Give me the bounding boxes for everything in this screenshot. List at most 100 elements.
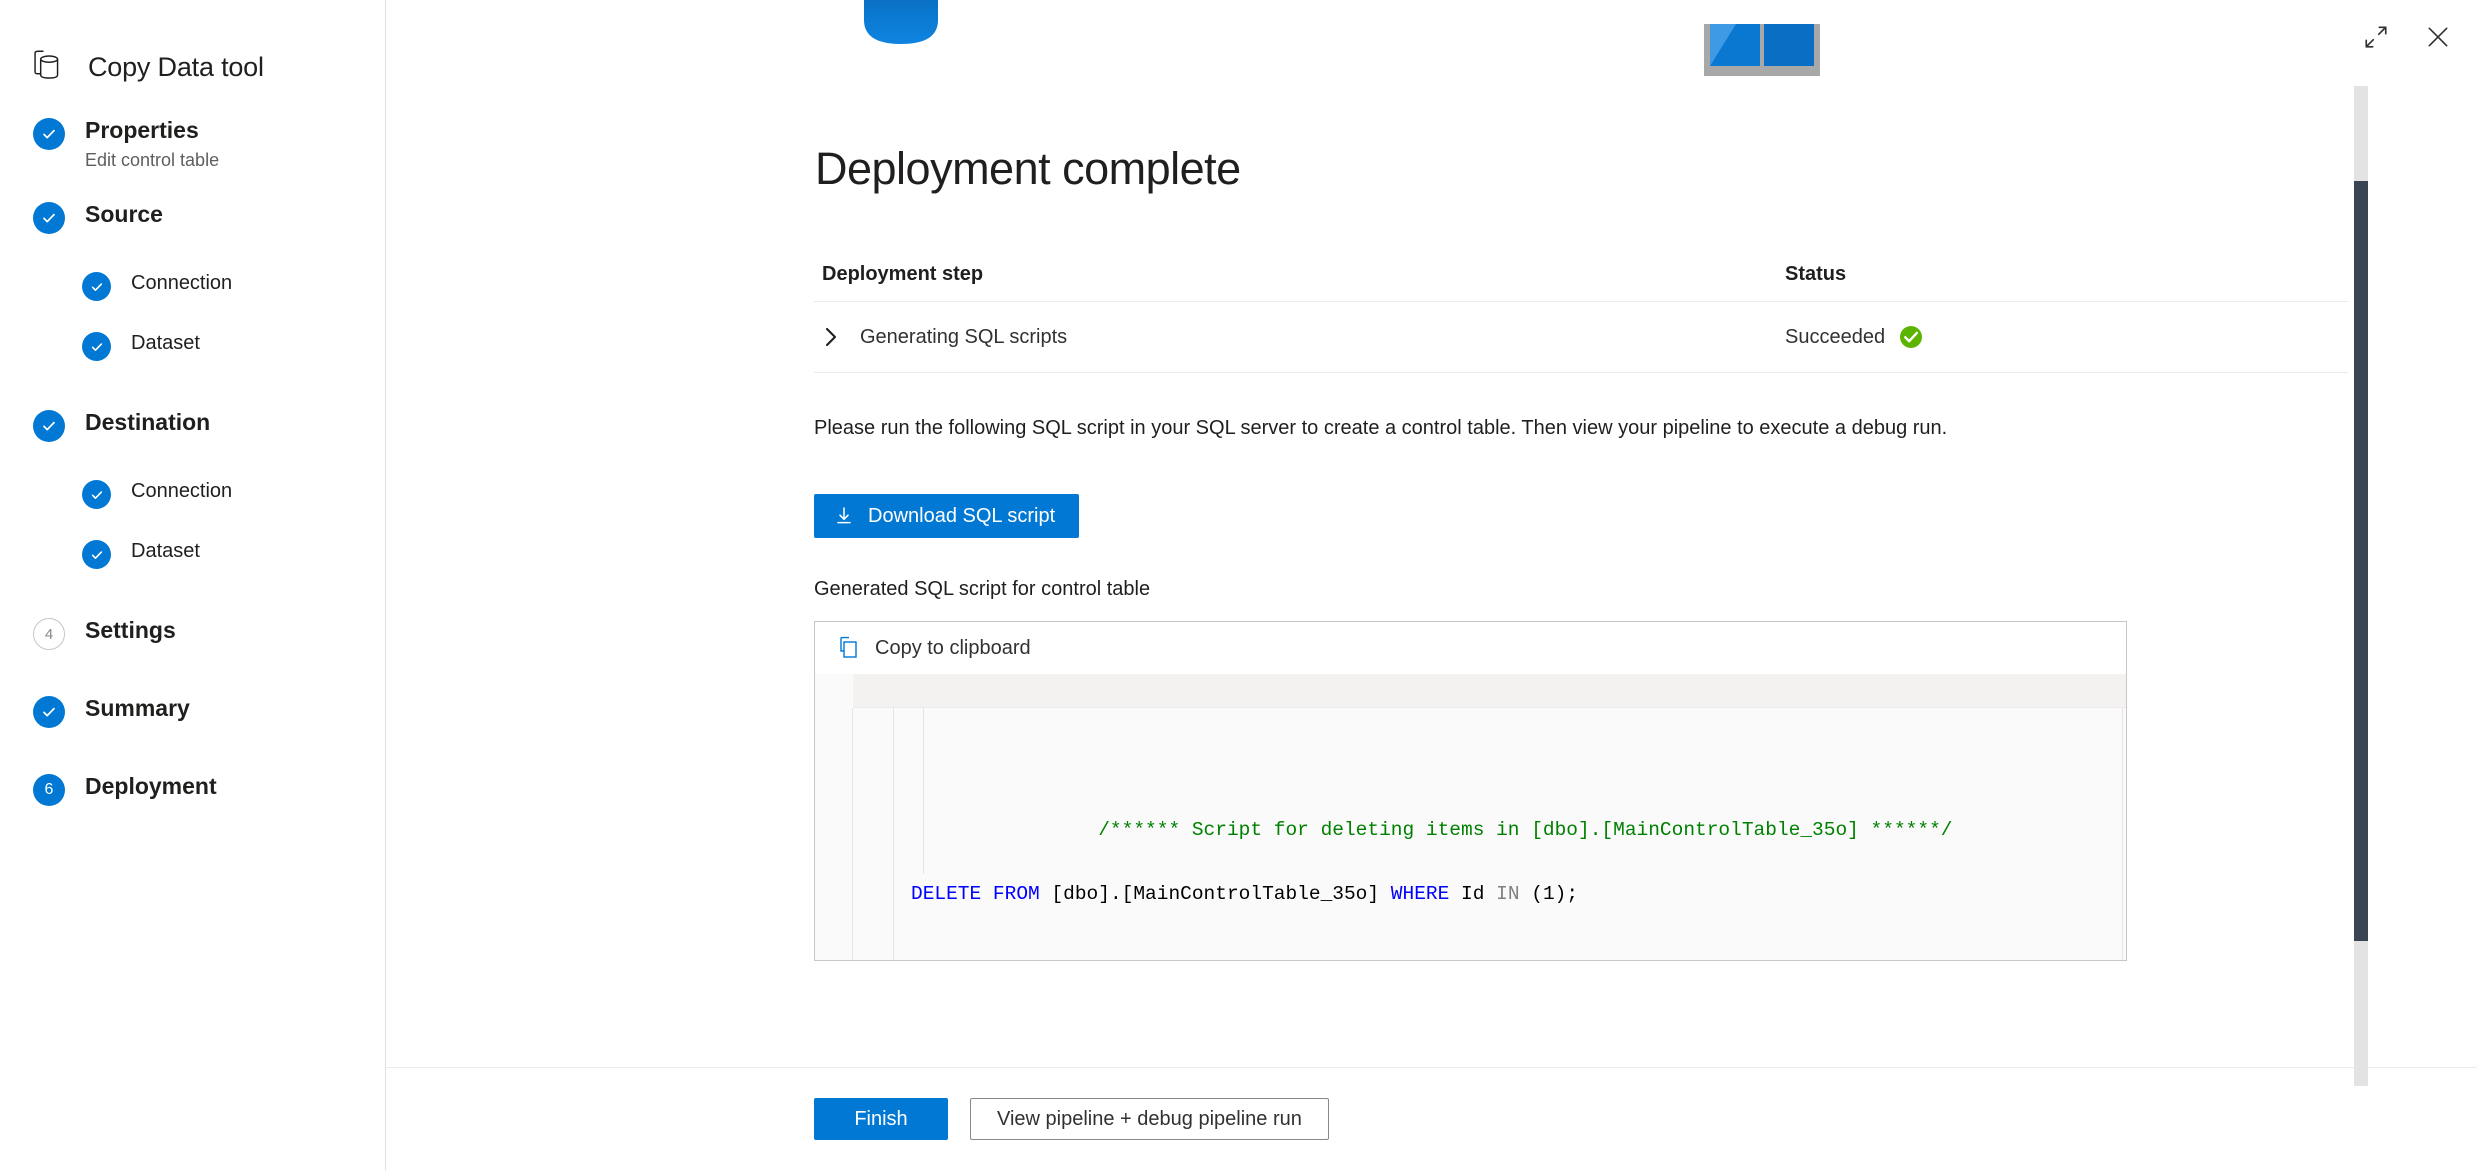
sidebar-item-destination[interactable]: Destination <box>0 408 385 458</box>
check-icon <box>91 490 102 499</box>
sql-paren-close: ); <box>1554 883 1579 905</box>
sidebar-item-source-connection[interactable]: Connection <box>0 270 385 320</box>
deployment-step-table: Deployment step Status Generating SQL sc <box>814 263 2348 373</box>
sidebar-item-properties[interactable]: Properties Edit control table <box>0 116 385 172</box>
step-badge-destination <box>33 410 65 443</box>
app-title: Copy Data tool <box>88 51 264 82</box>
sql-script-card: Copy to clipboard /****** Script for del… <box>814 621 2127 961</box>
step-number-settings: 4 <box>44 625 54 643</box>
generated-script-label: Generated SQL script for control table <box>814 578 1151 600</box>
table-row[interactable]: Generating SQL scripts Succeeded <box>814 302 2348 373</box>
table-header-row: Deployment step Status <box>814 263 2348 302</box>
step-badge-settings: 4 <box>33 618 65 651</box>
main-panel: Deployment complete Deployment step Stat… <box>386 0 2477 1170</box>
view-pipeline-debug-run-button[interactable]: View pipeline + debug pipeline run <box>970 1098 1329 1140</box>
sql-col-id: Id <box>1449 883 1497 905</box>
sidebar-item-destination-dataset[interactable]: Dataset <box>0 538 385 588</box>
sql-code-text: /****** Script for deleting items in [db… <box>853 708 2126 960</box>
code-line: DELETE FROM [dbo].[MainControlTable_35o]… <box>853 878 2126 910</box>
editor-body: /****** Script for deleting items in [db… <box>815 708 2126 960</box>
column-header-step: Deployment step <box>822 263 984 285</box>
wizard-sidebar: Copy Data tool Properties Edit control t… <box>0 0 386 1170</box>
sql-comment-delete: /****** Script for deleting items in [db… <box>1098 819 1953 841</box>
wizard-step-list: Properties Edit control table Source Con… <box>0 96 385 822</box>
copy-to-clipboard-button[interactable]: Copy to clipboard <box>815 622 2126 674</box>
step-badge-deployment: 6 <box>33 774 65 807</box>
expand-icon <box>2365 26 2387 48</box>
sidebar-label-properties: Properties <box>85 117 199 143</box>
sidebar-label-destination: Destination <box>85 409 211 436</box>
database-copy-icon <box>34 50 59 79</box>
sidebar-label-destination-connection: Connection <box>131 480 233 503</box>
sidebar-label-destination-dataset: Dataset <box>131 540 200 563</box>
sidebar-label-source-connection: Connection <box>131 272 233 295</box>
sidebar-item-settings[interactable]: 4 Settings <box>0 616 385 666</box>
sidebar-label-deployment: Deployment <box>85 773 217 800</box>
copy-data-tool-window: Copy Data tool Properties Edit control t… <box>0 0 2477 1170</box>
check-icon <box>43 421 55 431</box>
sidebar-label-summary: Summary <box>85 695 190 722</box>
check-icon <box>91 282 102 291</box>
sidebar-item-source-dataset[interactable]: Dataset <box>0 330 385 380</box>
sql-paren-open: ( <box>1519 883 1543 905</box>
step-badge-source-dataset <box>82 332 111 362</box>
copy-pages-icon <box>840 636 857 658</box>
sidebar-item-source[interactable]: Source <box>0 200 385 250</box>
close-button[interactable] <box>2421 20 2455 54</box>
window-controls <box>2359 20 2455 54</box>
sql-code-editor[interactable]: /****** Script for deleting items in [db… <box>815 674 2126 960</box>
sql-literal-1: 1 <box>1542 883 1555 905</box>
check-icon <box>43 129 55 139</box>
finish-button[interactable]: Finish <box>814 1098 948 1140</box>
sidebar-label-source: Source <box>85 201 163 228</box>
sidebar-item-destination-connection[interactable]: Connection <box>0 478 385 528</box>
download-sql-script-label: Download SQL script <box>868 505 1056 527</box>
sidebar-item-summary[interactable]: Summary <box>0 694 385 744</box>
wizard-footer: Finish View pipeline + debug pipeline ru… <box>386 1067 2477 1170</box>
page-scrollbar-track[interactable] <box>2354 86 2368 1086</box>
check-icon <box>43 213 55 223</box>
check-icon <box>43 707 55 717</box>
download-arrow-icon <box>837 507 851 524</box>
column-header-status: Status <box>1785 263 1847 285</box>
editor-top-strip <box>853 674 2126 708</box>
check-icon <box>91 342 102 351</box>
deployment-content: Deployment complete Deployment step Stat… <box>386 0 2477 1067</box>
app-brand: Copy Data tool <box>0 0 385 96</box>
step-badge-destination-dataset <box>82 540 111 570</box>
sql-kw-where: WHERE <box>1390 883 1450 905</box>
deployment-step-name: Generating SQL scripts <box>860 325 1068 348</box>
page-scrollbar-thumb[interactable] <box>2354 181 2368 941</box>
check-circle-green-icon <box>1900 326 1923 348</box>
instruction-text: Please run the following SQL script in y… <box>814 417 1948 439</box>
sidebar-sublabel-properties: Edit control table <box>85 149 220 170</box>
check-icon <box>91 550 102 559</box>
step-number-deployment: 6 <box>44 781 54 799</box>
expand-button[interactable] <box>2359 20 2393 54</box>
editor-gutter <box>815 708 853 960</box>
sql-kw-delete-from: DELETE FROM <box>911 883 1040 905</box>
hero-graphics <box>814 0 2477 130</box>
sidebar-item-deployment[interactable]: 6 Deployment <box>0 772 385 822</box>
step-badge-destination-connection <box>82 480 111 510</box>
sql-table-ref: [dbo].[MainControlTable_35o] <box>1039 883 1391 905</box>
deployment-status-text: Succeeded <box>1785 325 1886 348</box>
chevron-right-icon[interactable] <box>822 327 840 347</box>
close-icon <box>2428 27 2448 47</box>
code-line: /****** Script for deleting items in [db… <box>853 782 2126 841</box>
sidebar-label-source-dataset: Dataset <box>131 332 200 355</box>
pipeline-activity-graphic-icon <box>1704 24 1820 76</box>
download-sql-script-button[interactable]: Download SQL script <box>814 494 1080 538</box>
step-badge-properties <box>33 118 65 150</box>
cloud-database-graphic-icon <box>864 0 938 44</box>
step-badge-summary <box>33 696 65 729</box>
sql-kw-in: IN <box>1496 883 1520 905</box>
